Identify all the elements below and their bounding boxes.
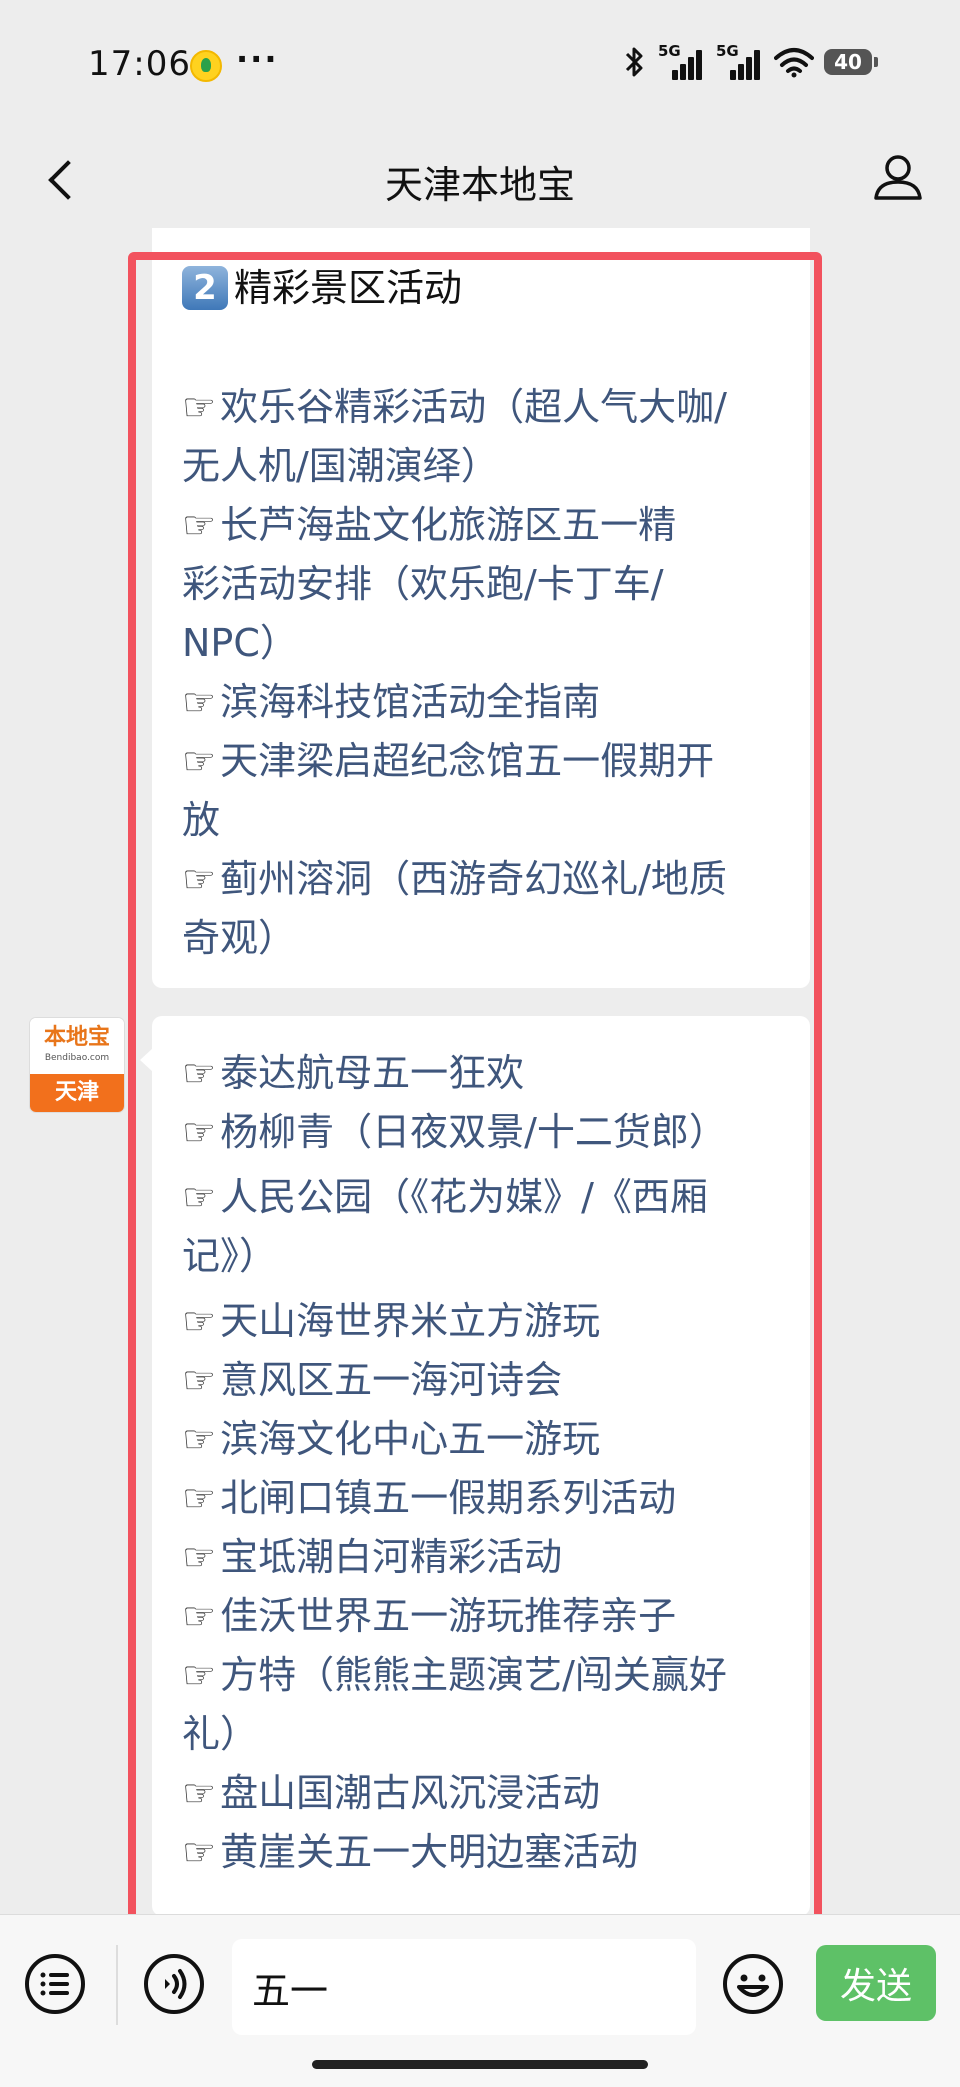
link-item[interactable]: ☞ 天山海世界米立方游玩 xyxy=(182,1292,778,1351)
link-item[interactable]: ☞ 北闸口镇五一假期系列活动 xyxy=(182,1469,778,1528)
bluetooth-icon xyxy=(625,47,643,77)
link-item[interactable]: ☞ 蓟州溶洞（西游奇幻巡礼/地质 奇观） xyxy=(182,850,778,968)
pointing-hand-icon: ☞ xyxy=(182,1830,217,1874)
home-indicator[interactable] xyxy=(312,2060,648,2069)
link-item[interactable]: ☞ 杨柳青（日夜双景/十二货郎） xyxy=(182,1103,778,1162)
link-item[interactable]: ☞ 泰达航母五一狂欢 xyxy=(182,1044,778,1103)
emoji-icon xyxy=(723,1954,783,2014)
network-type-label: 5G xyxy=(658,42,681,60)
link-item[interactable]: ☞ 宝坻潮白河精彩活动 xyxy=(182,1528,778,1587)
pointing-hand-icon: ☞ xyxy=(182,1476,217,1520)
status-time: 17:06 xyxy=(88,44,191,84)
link-item[interactable]: ☞ 滨海文化中心五一游玩 xyxy=(182,1410,778,1469)
more-notifications-icon: ··· xyxy=(236,40,279,78)
link-item[interactable]: ☞ 佳沃世界五一游玩推荐亲子 xyxy=(182,1587,778,1646)
wifi-icon xyxy=(774,48,814,78)
link-item[interactable]: ☞ 意风区五一海河诗会 xyxy=(182,1351,778,1410)
link-item[interactable]: ☞ 天津梁启超纪念馆五一假期开放 xyxy=(182,732,778,850)
pointing-hand-icon: ☞ xyxy=(182,857,217,901)
status-icons: 5G 5G 40 xyxy=(622,42,878,80)
voice-button[interactable] xyxy=(143,1953,205,2015)
emoji-button[interactable] xyxy=(722,1953,784,2015)
pointing-hand-icon: ☞ xyxy=(182,1535,217,1579)
avatar-brand: 本地宝 xyxy=(43,1025,110,1050)
toolbar-divider xyxy=(116,1945,118,2025)
pointing-hand-icon: ☞ xyxy=(182,1299,217,1343)
keycap-number-icon: 2 xyxy=(182,266,228,310)
avatar-brand-sub: Bendibao.com xyxy=(44,1053,110,1063)
signal-icon-2: 5G xyxy=(716,42,764,80)
message-bubble: ☞ 泰达航母五一狂欢 ☞ 杨柳青（日夜双景/十二货郎） ☞ 人民公园（《花为媒》/《西… xyxy=(152,1016,810,1916)
pointing-hand-icon: ☞ xyxy=(182,1653,217,1697)
battery-level: 40 xyxy=(834,50,862,74)
pointing-hand-icon: ☞ xyxy=(182,1417,217,1461)
pointing-hand-icon: ☞ xyxy=(182,680,217,724)
section-heading: 2 精彩景区活动 xyxy=(182,258,778,318)
link-item[interactable]: ☞ 长芦海盐文化旅游区五一精 彩活动安排（欢乐跑/卡丁车/NPC） xyxy=(182,496,778,673)
sender-avatar[interactable]: 本地宝 Bendibao.com 天津 xyxy=(30,1018,124,1112)
link-item[interactable]: ☞ 方特（熊熊主题演艺/闯关赢好 礼） xyxy=(182,1646,778,1764)
pointing-hand-icon: ☞ xyxy=(182,385,217,429)
voice-icon xyxy=(144,1954,204,2014)
list-menu-icon xyxy=(25,1954,85,2014)
link-list: ☞ 欢乐谷精彩活动（超人气大咖/无人机/国潮演绎） ☞ 长芦海盐文化旅游区五一精 彩活… xyxy=(182,378,778,968)
battery-icon: 40 xyxy=(824,49,878,75)
signal-icon-1: 5G xyxy=(658,42,706,80)
chat-title: 天津本地宝 xyxy=(384,163,575,207)
link-item[interactable]: ☞ 滨海科技馆活动全指南 xyxy=(182,673,778,732)
pointing-hand-icon: ☞ xyxy=(182,1110,217,1154)
link-list: ☞ 泰达航母五一狂欢 ☞ 杨柳青（日夜双景/十二货郎） ☞ 人民公园（《花为媒》/《西… xyxy=(182,1044,778,1882)
pointing-hand-icon: ☞ xyxy=(182,1175,217,1219)
app-notification-icon xyxy=(190,50,222,82)
link-item[interactable]: ☞ 人民公园（《花为媒》/《西厢 记》） xyxy=(182,1168,778,1286)
profile-button[interactable] xyxy=(866,146,930,210)
status-bar: 17:06 ··· 5G 5G 40 xyxy=(0,0,960,130)
nav-bar: 天津本地宝 xyxy=(0,130,960,230)
message-bubble: 2 精彩景区活动 ☞ 欢乐谷精彩活动（超人气大咖/无人机/国潮演绎） ☞ 长芦海盐文… xyxy=(152,228,810,988)
menu-button[interactable] xyxy=(24,1953,86,2015)
avatar-city: 天津 xyxy=(30,1074,124,1112)
network-type-label: 5G xyxy=(716,42,739,60)
section-title: 精彩景区活动 xyxy=(234,266,463,310)
link-item[interactable]: ☞ 黄崖关五一大明边塞活动 xyxy=(182,1823,778,1882)
link-item[interactable]: ☞ 欢乐谷精彩活动（超人气大咖/无人机/国潮演绎） xyxy=(182,378,778,496)
link-item[interactable]: ☞ 盘山国潮古风沉浸活动 xyxy=(182,1764,778,1823)
pointing-hand-icon: ☞ xyxy=(182,1051,217,1095)
pointing-hand-icon: ☞ xyxy=(182,739,217,783)
pointing-hand-icon: ☞ xyxy=(182,1771,217,1815)
message-input[interactable] xyxy=(232,1939,696,2035)
pointing-hand-icon: ☞ xyxy=(182,503,217,547)
pointing-hand-icon: ☞ xyxy=(182,1594,217,1638)
pointing-hand-icon: ☞ xyxy=(182,1358,217,1402)
send-button[interactable]: 发送 xyxy=(816,1945,936,2021)
input-bar: 发送 xyxy=(0,1914,960,2087)
user-icon xyxy=(874,155,922,200)
